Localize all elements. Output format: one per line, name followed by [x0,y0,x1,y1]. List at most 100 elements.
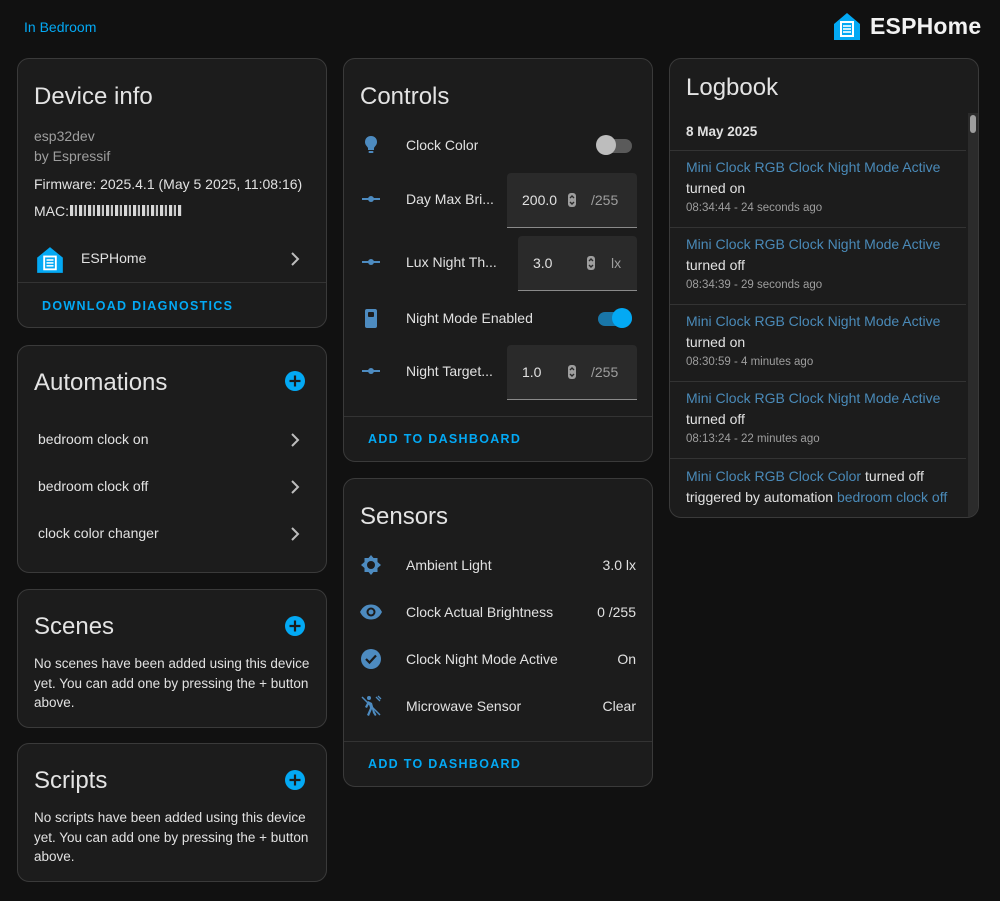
spinner-icon[interactable] [586,256,596,270]
chevron-right-icon [291,480,300,494]
log-entity-link[interactable]: Mini Clock RGB Clock Night Mode Active [686,236,940,252]
card-divider [18,282,326,283]
control-label: Night Target... [406,363,493,379]
add-automation-button[interactable] [284,370,306,392]
control-row: Lux Night Th... 3.0 lx [344,234,652,291]
control-label: Day Max Bri... [406,191,494,207]
chevron-right-icon [291,527,300,541]
add-scene-button[interactable] [284,615,306,637]
mac-label: MAC: [34,203,69,219]
automation-item[interactable]: bedroom clock off [18,465,326,509]
scenes-title: Scenes [34,613,115,640]
night-mode-toggle[interactable] [596,308,632,328]
controls-title: Controls [360,83,450,110]
control-label: Clock Color [406,137,479,153]
log-trigger-link[interactable]: bedroom clock off [837,489,947,505]
esphome-logo-icon [834,13,860,40]
sensor-value: Clear [602,698,636,714]
controls-card: Controls Clock Color Day Max Bri... 200.… [343,58,653,462]
control-row: Day Max Bri... 200.0 /255 [344,171,652,228]
automation-item[interactable]: clock color changer [18,512,326,556]
logbook-card: Logbook 8 May 2025 Mini Clock RGB Clock … [669,58,979,518]
log-time: 08:34:44 - 24 seconds ago [686,202,823,214]
sensor-row[interactable]: Clock Night Mode Active On [344,639,652,679]
log-entity-link[interactable]: Mini Clock RGB Clock Color [686,468,861,484]
day-max-brightness-input[interactable]: 200.0 /255 [507,173,637,228]
automation-item[interactable]: bedroom clock on [18,418,326,462]
log-state: turned on [686,180,746,196]
log-entity-link[interactable]: Mini Clock RGB Clock Night Mode Active [686,159,940,175]
area-link[interactable]: In Bedroom [24,19,96,35]
device-model: esp32dev [34,128,95,144]
sensor-row[interactable]: Microwave Sensor Clear [344,686,652,726]
control-row: Night Mode Enabled [344,298,652,338]
control-row: Clock Color [344,125,652,165]
lux-night-threshold-input[interactable]: 3.0 lx [518,236,637,291]
clock-color-toggle[interactable] [596,135,632,155]
spinner-icon[interactable] [567,365,577,379]
automation-label: clock color changer [38,525,159,541]
log-entry: Mini Clock RGB Clock Color turned off tr… [670,459,966,517]
log-trigger-text: triggered by automation [686,489,834,505]
sensor-value: On [617,651,636,667]
lightbulb-icon [365,136,377,153]
device-manufacturer: by Espressif [34,148,111,164]
sensors-title: Sensors [360,503,449,530]
controls-add-to-dashboard-button[interactable]: Add to dashboard [368,432,521,446]
card-divider [344,416,652,417]
number-unit: lx [611,255,622,271]
spinner-icon[interactable] [567,193,577,207]
switch-icon [365,309,377,328]
number-unit: /255 [591,364,619,380]
log-entry: Mini Clock RGB Clock Night Mode Active t… [670,228,966,304]
device-info-card: Device info esp32dev by Espressif Firmwa… [17,58,327,328]
night-target-input[interactable]: 1.0 /255 [507,345,637,400]
check-circle-icon [361,649,381,669]
log-entry: Mini Clock RGB Clock Night Mode Active t… [670,382,966,458]
slider-icon [362,368,380,374]
scenes-empty-text: No scenes have been added using this dev… [34,656,310,710]
firmware-text: Firmware: 2025.4.1 (May 5 2025, 11:08:16… [34,176,303,192]
control-label: Night Mode Enabled [406,310,533,326]
device-info-title: Device info [34,83,153,110]
sensors-add-to-dashboard-button[interactable]: Add to dashboard [368,757,521,771]
sensor-row[interactable]: Clock Actual Brightness 0 /255 [344,592,652,632]
download-diagnostics-button[interactable]: Download diagnostics [42,299,233,313]
log-line: triggered by automation bedroom clock of… [686,489,947,505]
chevron-right-icon [291,433,300,447]
scenes-card: Scenes No scenes have been added using t… [17,589,327,728]
log-state: turned off [686,257,745,273]
logbook-scrollbar[interactable] [968,113,978,517]
sensor-value: 0 /255 [597,604,636,620]
scripts-empty-text: No scripts have been added using this de… [34,810,309,864]
sensor-row[interactable]: Ambient Light 3.0 lx [344,545,652,585]
logbook-scroll-thumb[interactable] [970,115,976,133]
sensor-label: Ambient Light [406,557,492,573]
automations-title: Automations [34,369,168,396]
integration-row[interactable]: ESPHome [18,237,326,281]
log-entry: Mini Clock RGB Clock Night Mode Active t… [670,305,966,381]
esphome-logo-icon [37,247,63,273]
slider-icon [362,259,380,265]
integration-name: ESPHome [81,250,147,266]
card-divider [344,741,652,742]
control-row: Night Target... 1.0 /255 [344,343,652,400]
automation-label: bedroom clock on [38,431,149,447]
logbook-title: Logbook [686,74,779,101]
brand-name: ESPHome [870,12,982,39]
log-time: 08:30:59 - 4 minutes ago [686,356,814,368]
chevron-right-icon [291,252,300,266]
sensor-value: 3.0 lx [602,557,636,573]
sensors-card: Sensors Ambient Light 3.0 lx Clock Actua… [343,478,653,787]
motion-sensor-icon [361,695,382,716]
number-value: 3.0 [533,255,553,271]
scripts-card: Scripts No scripts have been added using… [17,743,327,882]
log-entry: Mini Clock RGB Clock Night Mode Active t… [670,151,966,227]
log-entity-link[interactable]: Mini Clock RGB Clock Night Mode Active [686,390,940,406]
scripts-title: Scripts [34,767,108,794]
add-script-button[interactable] [284,769,306,791]
log-state: turned off [686,411,745,427]
log-entity-link[interactable]: Mini Clock RGB Clock Night Mode Active [686,313,940,329]
slider-icon [362,196,380,202]
sensor-label: Clock Night Mode Active [406,651,558,667]
